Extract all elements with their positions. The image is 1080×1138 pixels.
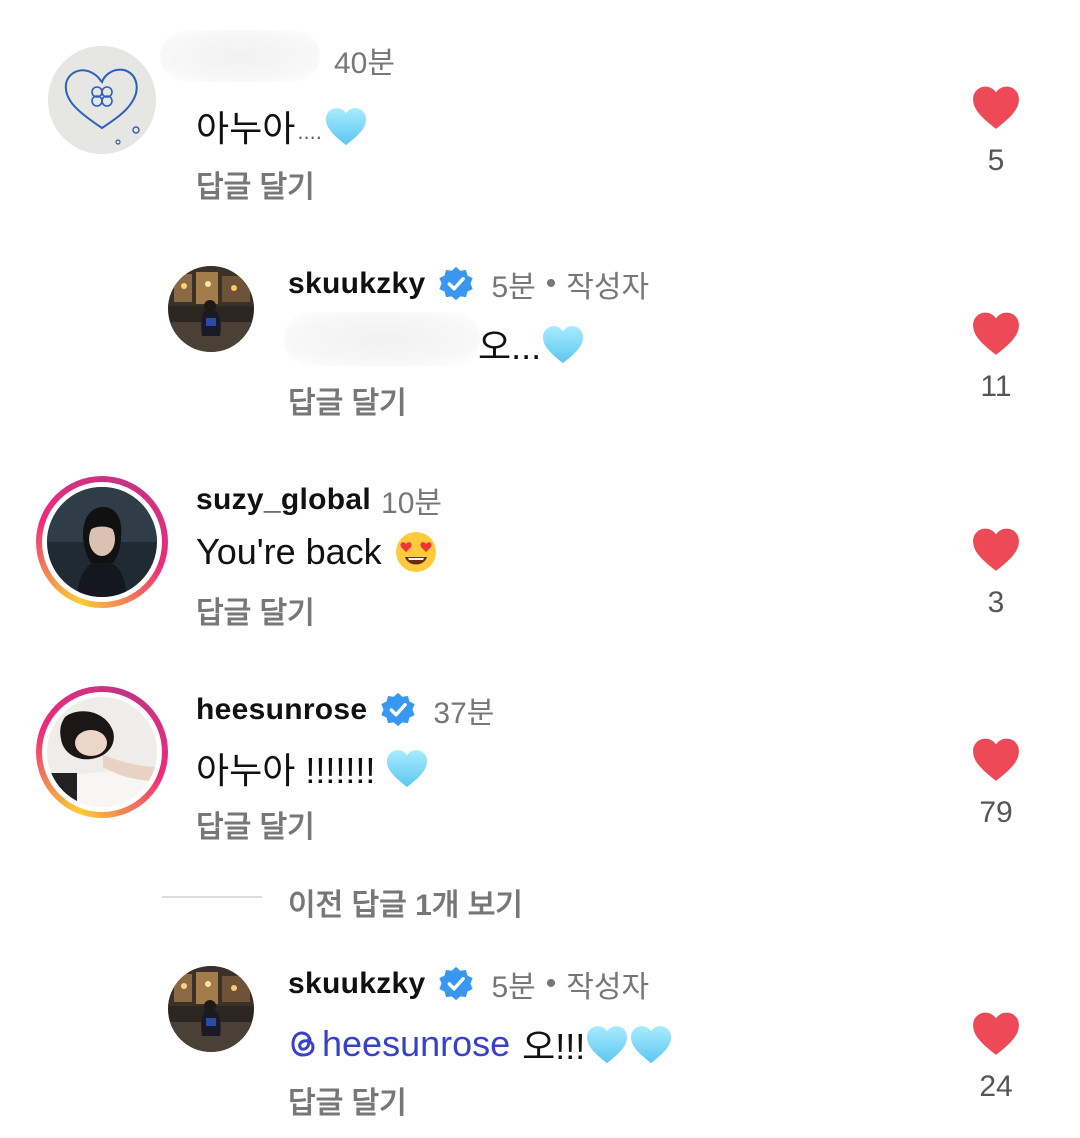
comment-username[interactable]: skuukzky <box>288 967 425 1001</box>
avatar[interactable] <box>168 966 254 1052</box>
reply-button[interactable]: 답글 달기 <box>196 162 315 206</box>
separator: • <box>545 967 557 1000</box>
woman-portrait-dark-icon <box>47 487 157 597</box>
like-count: 24 <box>979 1070 1013 1103</box>
threads-icon <box>291 1031 315 1057</box>
like-count: 11 <box>980 370 1012 403</box>
comment-time: 40분 <box>334 47 395 80</box>
comment-time: 5분 <box>491 271 536 304</box>
comment-text: 아누아 !!!!!!! <box>196 742 429 794</box>
verified-badge-icon <box>437 965 475 1003</box>
reply-button[interactable]: 답글 달기 <box>288 378 407 422</box>
author-label: 작성자 <box>566 271 650 304</box>
like-control[interactable]: 11 <box>966 310 1026 404</box>
comment-body: You're back <box>196 531 382 572</box>
comment-time: 37분 <box>433 697 495 730</box>
comment-text: You're back <box>196 530 438 574</box>
comment-body: 아누아 !!!!!!! <box>196 750 376 791</box>
comment-ellipsis: .... <box>297 119 322 144</box>
comment-body: 오!!! <box>522 1026 586 1067</box>
light-blue-heart-icon <box>385 748 429 788</box>
like-count: 5 <box>987 144 1005 177</box>
comment-text: heesunrose 오!!! <box>288 1018 673 1070</box>
mention-link[interactable]: heesunrose <box>288 1023 510 1065</box>
light-blue-heart-icon <box>585 1024 629 1064</box>
comment-username[interactable]: suzy_global <box>196 483 371 517</box>
like-control[interactable]: 24 <box>966 1010 1026 1104</box>
light-blue-heart-icon <box>324 106 368 146</box>
light-blue-heart-icon <box>541 324 585 364</box>
mention-username[interactable]: heesunrose <box>322 1023 510 1065</box>
reply-button[interactable]: 답글 달기 <box>288 1078 407 1122</box>
heart-icon[interactable] <box>971 84 1021 130</box>
avatar[interactable] <box>36 476 168 608</box>
like-control[interactable]: 79 <box>966 736 1026 830</box>
comment-time: 5분 <box>491 971 536 1004</box>
blurred-username <box>160 30 320 82</box>
light-blue-heart-icon <box>629 1024 673 1064</box>
view-previous-replies-button[interactable]: 이전 답글 1개 보기 <box>288 880 523 924</box>
comment-text: 오... <box>478 318 585 370</box>
night-street-photo-icon <box>168 966 254 1052</box>
heart-eyes-emoji-icon <box>395 532 436 572</box>
like-count: 3 <box>987 586 1005 619</box>
comment-body: 아누아 <box>196 108 296 149</box>
night-street-photo-icon <box>168 266 254 352</box>
woman-lying-portrait-icon <box>47 697 157 807</box>
verified-badge-icon <box>437 265 475 303</box>
like-control[interactable]: 3 <box>966 526 1026 620</box>
comment-time: 10분 <box>381 487 442 520</box>
comment-body: 오... <box>478 326 542 367</box>
separator: • <box>545 267 557 300</box>
heart-icon[interactable] <box>971 736 1021 782</box>
heart-icon[interactable] <box>971 1010 1021 1056</box>
like-count: 79 <box>979 796 1013 829</box>
avatar[interactable] <box>36 686 168 818</box>
like-control[interactable]: 5 <box>966 84 1026 178</box>
heart-clover-doodle-icon <box>48 46 156 154</box>
blurred-mention <box>284 312 480 366</box>
avatar[interactable] <box>48 46 156 154</box>
avatar[interactable] <box>168 266 254 352</box>
replies-divider <box>162 896 262 898</box>
reply-button[interactable]: 답글 달기 <box>196 802 315 846</box>
heart-icon[interactable] <box>971 310 1021 356</box>
author-label: 작성자 <box>566 971 650 1004</box>
comment-text: 아누아 .... <box>196 100 368 152</box>
reply-button[interactable]: 답글 달기 <box>196 588 315 632</box>
verified-badge-icon <box>379 691 417 729</box>
heart-icon[interactable] <box>971 526 1021 572</box>
comment-username[interactable]: skuukzky <box>288 267 425 301</box>
comment-username[interactable]: heesunrose <box>196 693 367 727</box>
